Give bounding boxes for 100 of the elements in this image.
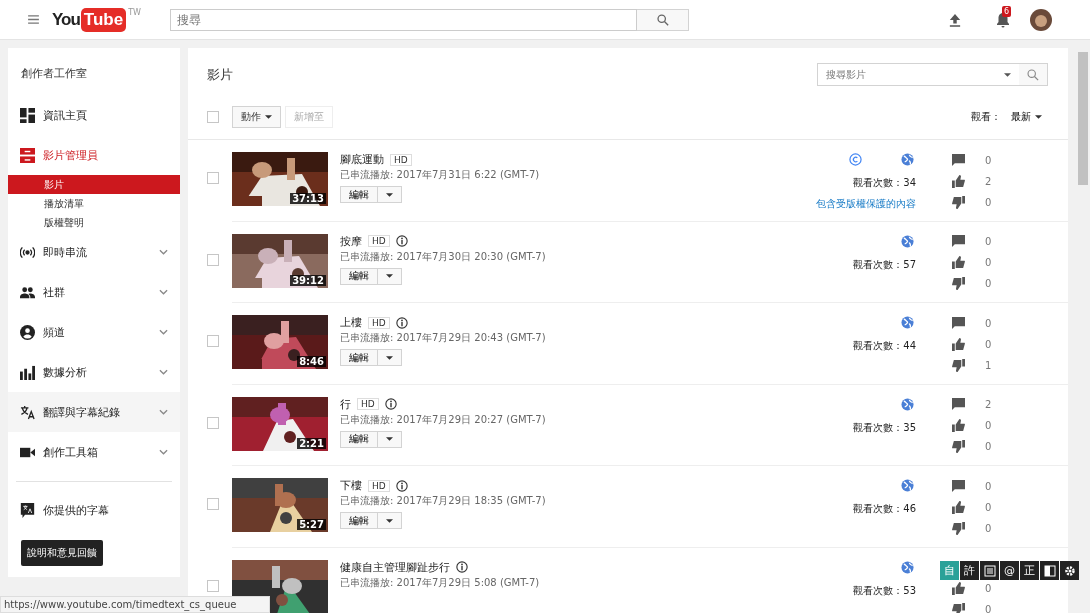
like-count: 0 xyxy=(985,583,992,594)
feedback-button[interactable]: 說明和意見回饋 xyxy=(21,540,103,566)
globe-icon[interactable] xyxy=(901,397,914,411)
actions-button[interactable]: 動作 xyxy=(232,105,281,128)
hd-badge: HD xyxy=(368,316,390,329)
dislike-count: 0 xyxy=(985,522,992,534)
logo-text: Tube xyxy=(80,7,127,32)
notification-badge: 6 xyxy=(1002,5,1012,17)
edit-menu-button[interactable] xyxy=(378,430,402,448)
thumbs-up-icon xyxy=(952,419,965,432)
person-icon xyxy=(20,324,35,340)
checkbox[interactable] xyxy=(207,579,219,592)
checkbox[interactable] xyxy=(207,253,219,266)
checkbox[interactable] xyxy=(207,110,219,123)
publish-date: 已串流播放: 2017年7月31日 6:22 (GMT-7) xyxy=(340,168,541,182)
copyright-icon[interactable] xyxy=(849,153,862,166)
like-count: 0 xyxy=(985,501,992,513)
sidebar-item[interactable]: 影片管理員 xyxy=(8,135,180,175)
comment-count: 2 xyxy=(985,399,992,410)
chevron-down-icon[interactable] xyxy=(159,249,168,255)
globe-icon[interactable] xyxy=(901,479,914,492)
sidebar-item[interactable]: 翻譯與字幕紀錄 xyxy=(8,392,180,432)
comment-count: 0 xyxy=(985,154,992,166)
chevron-down-icon[interactable] xyxy=(159,449,168,455)
globe-icon[interactable] xyxy=(901,560,914,574)
thumbs-up-icon xyxy=(952,256,965,269)
comment-icon xyxy=(952,316,965,330)
subtitles-link[interactable]: 你提供的字幕 xyxy=(8,490,180,530)
checkbox[interactable] xyxy=(207,498,219,510)
checkbox[interactable] xyxy=(207,416,219,429)
caret-icon xyxy=(386,274,393,278)
caret-icon[interactable] xyxy=(1004,72,1011,77)
search-button[interactable] xyxy=(637,8,689,31)
settings-button[interactable] xyxy=(1060,561,1079,580)
video-search-box[interactable]: 搜尋影片 xyxy=(817,63,1048,86)
edit-menu-button[interactable] xyxy=(378,349,402,366)
upload-icon[interactable] xyxy=(949,12,961,27)
edit-menu-button[interactable] xyxy=(378,186,402,203)
publish-date: 已串流播放: 2017年7月30日 20:30 (GMT-7) xyxy=(340,249,547,264)
bar-chart-icon xyxy=(20,364,35,380)
menu-icon[interactable] xyxy=(28,15,39,24)
sidebar-subitem[interactable]: 播放清單 xyxy=(8,194,180,213)
ime-button[interactable] xyxy=(1040,561,1059,580)
publish-date: 已串流播放: 2017年7月29日 5:08 (GMT-7) xyxy=(340,575,541,590)
sort-dropdown[interactable]: 最新 xyxy=(1011,109,1042,124)
duration-label: 5:27 xyxy=(297,519,326,530)
edit-button[interactable]: 編輯 xyxy=(340,267,378,285)
thumbs-up-icon xyxy=(952,337,965,351)
ime-button[interactable]: @ xyxy=(1000,561,1019,580)
sidebar-item[interactable]: 資訊主頁 xyxy=(8,95,180,135)
checkbox[interactable] xyxy=(207,335,219,347)
globe-icon[interactable] xyxy=(901,316,914,329)
view-count: 觀看次數：35 xyxy=(853,420,916,435)
sidebar-item[interactable]: 創作工具箱 xyxy=(8,432,180,472)
page-title: 影片 xyxy=(207,65,233,84)
info-icon[interactable] xyxy=(395,316,408,329)
view-count: 觀看次數：34 xyxy=(853,176,916,190)
info-icon[interactable] xyxy=(456,561,468,573)
comment-count: 0 xyxy=(985,236,992,247)
comment-icon xyxy=(952,235,965,248)
edit-button[interactable]: 編輯 xyxy=(340,186,378,203)
video-title[interactable]: 按摩 xyxy=(340,233,362,249)
sidebar-subitem[interactable]: 版權聲明 xyxy=(8,213,180,232)
sidebar-item[interactable]: 社群 xyxy=(8,272,180,312)
ime-button[interactable]: 正 xyxy=(1020,561,1039,580)
chevron-down-icon[interactable] xyxy=(159,329,168,335)
edit-button[interactable]: 編輯 xyxy=(340,512,378,529)
globe-icon[interactable] xyxy=(901,234,914,248)
dislike-count: 1 xyxy=(985,359,992,371)
chevron-down-icon[interactable] xyxy=(159,289,168,295)
edit-button[interactable]: 編輯 xyxy=(340,349,378,366)
sidebar-item[interactable]: 頻道 xyxy=(8,312,180,352)
ime-button[interactable]: 許 xyxy=(960,561,979,580)
status-bar: https://www.youtube.com/timedtext_cs_queue xyxy=(0,596,270,613)
globe-icon[interactable] xyxy=(901,153,914,166)
caret-icon xyxy=(386,518,393,523)
video-title[interactable]: 下樓 xyxy=(340,478,362,493)
video-title[interactable]: 上樓 xyxy=(340,315,362,330)
info-icon[interactable] xyxy=(395,479,408,492)
edit-button[interactable]: 編輯 xyxy=(340,430,378,448)
sidebar-item[interactable]: 數據分析 xyxy=(8,352,180,392)
checkbox[interactable] xyxy=(207,172,219,184)
search-field[interactable]: 搜尋 xyxy=(170,8,637,31)
chevron-down-icon[interactable] xyxy=(159,409,168,415)
video-title[interactable]: 健康自主管理腳趾步行 xyxy=(340,559,450,575)
info-icon[interactable] xyxy=(395,235,408,247)
chevron-down-icon[interactable] xyxy=(159,369,168,375)
edit-menu-button[interactable] xyxy=(378,267,402,285)
region-label: TW xyxy=(128,7,141,17)
edit-menu-button[interactable] xyxy=(378,512,402,529)
subtitle-bubble-icon xyxy=(20,502,35,518)
info-icon[interactable] xyxy=(384,398,397,410)
copyright-link[interactable]: 包含受版權保護的內容 xyxy=(816,197,916,211)
video-title[interactable]: 行 xyxy=(340,396,351,412)
avatar[interactable] xyxy=(1030,8,1052,31)
sidebar-item[interactable]: 即時串流 xyxy=(8,232,180,272)
sidebar-subitem[interactable]: 影片 xyxy=(8,175,180,194)
document-icon xyxy=(983,564,996,577)
video-title[interactable]: 腳底運動 xyxy=(340,152,384,167)
search-button[interactable] xyxy=(1019,64,1047,85)
